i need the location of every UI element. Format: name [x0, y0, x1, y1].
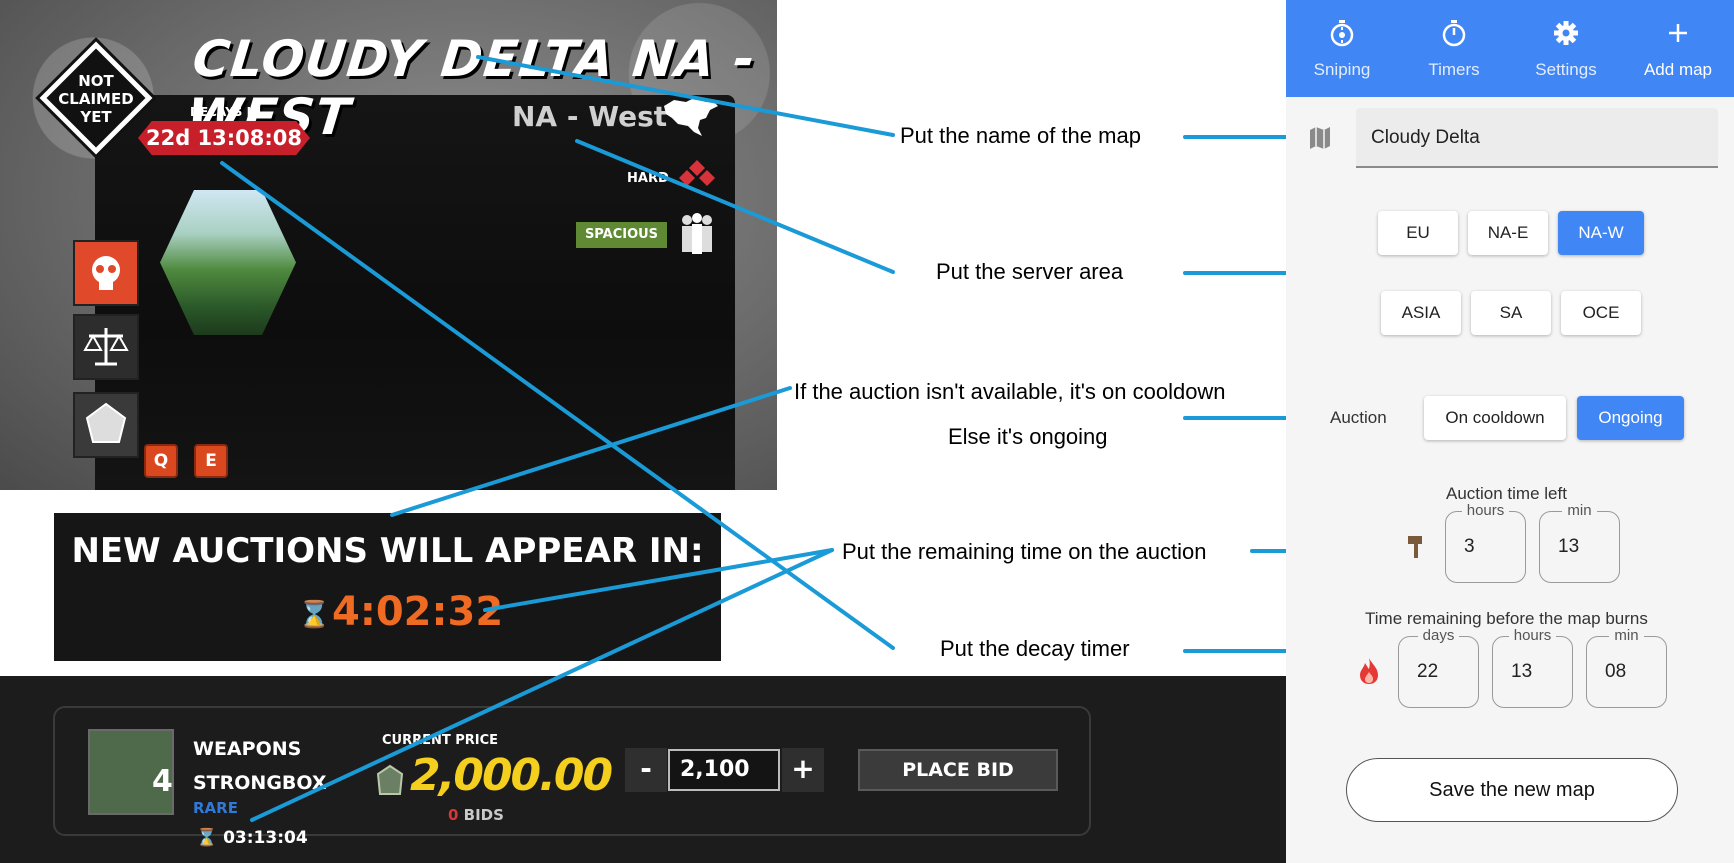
annotation-remaining-time: Put the remaining time on the auction — [842, 539, 1207, 564]
auction-min-caption: min — [1562, 502, 1597, 519]
burn-min-value: 08 — [1605, 661, 1627, 682]
nav-add-map[interactable]: Add map — [1622, 0, 1734, 97]
burn-days-field[interactable]: days 22 — [1398, 627, 1479, 708]
game-map-card: NOT CLAIMED YET CLOUDY DELTA NA - WEST D… — [0, 0, 777, 490]
bids-count: 0 BIDS — [448, 806, 504, 824]
auction-label: Auction — [1330, 408, 1387, 427]
annotation-map-name: Put the name of the map — [900, 123, 1141, 148]
fire-icon — [1360, 658, 1378, 684]
auction-hours-field[interactable]: hours 3 — [1445, 502, 1526, 583]
item-rarity: RARE — [193, 799, 238, 817]
region-chip-sa[interactable]: SA — [1471, 291, 1551, 335]
decrease-bid-button[interactable]: - — [625, 748, 667, 792]
hourglass-icon: ⌛ — [298, 599, 331, 629]
gem-icon — [85, 402, 127, 443]
skull-icon — [92, 256, 120, 290]
auction-hours-caption: hours — [1461, 502, 1510, 519]
claim-line-3: YET — [80, 108, 112, 126]
auction-on-cooldown-chip[interactable]: On cooldown — [1424, 396, 1566, 440]
gear-icon — [1554, 21, 1578, 45]
annotation-cooldown-line-1: If the auction isn't available, it's on … — [794, 379, 1226, 404]
burn-time-label: Time remaining before the map burns — [1365, 609, 1648, 628]
auction-time-left-label: Auction time left — [1446, 484, 1567, 503]
q-key-button[interactable]: Q — [144, 444, 178, 478]
nav-sniping[interactable]: Sniping — [1286, 0, 1398, 97]
auction-timer-value: 03:13:04 — [223, 828, 308, 848]
annotation-server-area: Put the server area — [936, 259, 1124, 284]
burn-hours-field[interactable]: hours 13 — [1492, 627, 1573, 708]
current-price: 2,000.00 — [410, 750, 613, 801]
nav-settings[interactable]: Settings — [1510, 0, 1622, 97]
burn-days-caption: days — [1417, 627, 1460, 644]
region-label: NA - West — [512, 100, 668, 133]
region-chip-na-e[interactable]: NA-E — [1468, 211, 1548, 255]
faction-skull-button[interactable] — [73, 240, 139, 306]
burn-days-value: 22 — [1417, 661, 1439, 682]
map-name-input[interactable]: Cloudy Delta — [1356, 108, 1718, 168]
size-badge: SPACIOUS — [576, 222, 667, 248]
not-claimed-badge: NOT CLAIMED YET — [35, 37, 157, 159]
screenshot-root: NOT CLAIMED YET CLOUDY DELTA NA - WEST D… — [0, 0, 1734, 863]
region-chip-asia[interactable]: ASIA — [1381, 291, 1461, 335]
auction-hours-value: 3 — [1464, 536, 1475, 557]
item-name-line-1: WEAPONS — [193, 738, 302, 760]
plus-icon — [1669, 24, 1687, 42]
nav-add-map-label: Add map — [1643, 60, 1713, 79]
region-chip-eu[interactable]: EU — [1378, 211, 1458, 255]
claim-line-1: NOT — [78, 72, 114, 90]
bid-bar: 4 WEAPONS STRONGBOX RARE ⌛ 03:13:04 CURR… — [0, 676, 1286, 863]
map-icon — [1310, 127, 1330, 149]
new-auctions-banner: NEW AUCTIONS WILL APPEAR IN: ⌛ 4:02:32 — [54, 513, 721, 661]
burn-min-caption: min — [1609, 627, 1644, 644]
auction-ongoing-chip[interactable]: Ongoing — [1577, 396, 1684, 440]
new-auctions-countdown: 4:02:32 — [332, 589, 504, 635]
region-chip-na-w[interactable]: NA-W — [1558, 211, 1644, 255]
nav-timers-label: Timers — [1428, 60, 1480, 79]
hammer-icon — [1408, 536, 1422, 558]
timer-icon — [1442, 20, 1466, 47]
annotation-cooldown-line-2: Else it's ongoing — [948, 424, 1108, 449]
nav-sniping-label: Sniping — [1313, 60, 1371, 79]
current-price-label: CURRENT PRICE — [382, 733, 499, 748]
gem-currency-icon — [376, 764, 404, 795]
decays-label: DECAYS IN — [190, 105, 262, 119]
scales-icon — [83, 328, 129, 366]
auction-timer: ⌛ 03:13:04 — [196, 828, 308, 848]
save-map-button[interactable]: Save the new map — [1346, 758, 1678, 822]
claim-line-2: CLAIMED — [58, 90, 134, 108]
hourglass-small-icon: ⌛ — [196, 828, 224, 848]
e-key-button[interactable]: E — [194, 444, 228, 478]
difficulty-label: HARD — [627, 171, 669, 186]
scales-button[interactable] — [73, 314, 139, 380]
decay-timer: 22d 13:08:08 — [138, 121, 310, 155]
burn-hours-caption: hours — [1508, 627, 1557, 644]
claim-badge-text: NOT CLAIMED YET — [40, 72, 152, 126]
place-bid-button[interactable]: PLACE BID — [858, 749, 1058, 791]
item-name: WEAPONS STRONGBOX — [193, 732, 327, 800]
gem-button[interactable] — [73, 392, 139, 458]
increase-bid-button[interactable]: + — [782, 748, 824, 792]
app-panel: Sniping Timers Settings Add map Cloudy D… — [1286, 0, 1734, 863]
nav-settings-label: Settings — [1535, 60, 1597, 79]
people-icon — [682, 213, 712, 254]
difficulty-diamonds-icon — [679, 160, 715, 186]
burn-hours-value: 13 — [1511, 661, 1533, 682]
stopwatch-crosshair-icon — [1330, 20, 1354, 47]
bids-count-label: BIDS — [463, 806, 504, 824]
auction-min-field[interactable]: min 13 — [1539, 502, 1620, 583]
bid-amount-input[interactable]: 2,100 — [668, 749, 780, 791]
region-chip-oce[interactable]: OCE — [1561, 291, 1641, 335]
app-nav-bar: Sniping Timers Settings Add map — [1286, 0, 1734, 97]
north-america-map-icon — [664, 98, 718, 136]
new-auctions-title: NEW AUCTIONS WILL APPEAR IN: — [71, 531, 704, 571]
burn-min-field[interactable]: min 08 — [1586, 627, 1667, 708]
auction-min-value: 13 — [1558, 536, 1580, 557]
item-name-line-2: STRONGBOX — [193, 772, 327, 794]
annotation-decay-timer: Put the decay timer — [940, 636, 1130, 661]
nav-timers[interactable]: Timers — [1398, 0, 1510, 97]
item-count: 4 — [152, 764, 173, 799]
bids-count-value: 0 — [448, 806, 459, 824]
